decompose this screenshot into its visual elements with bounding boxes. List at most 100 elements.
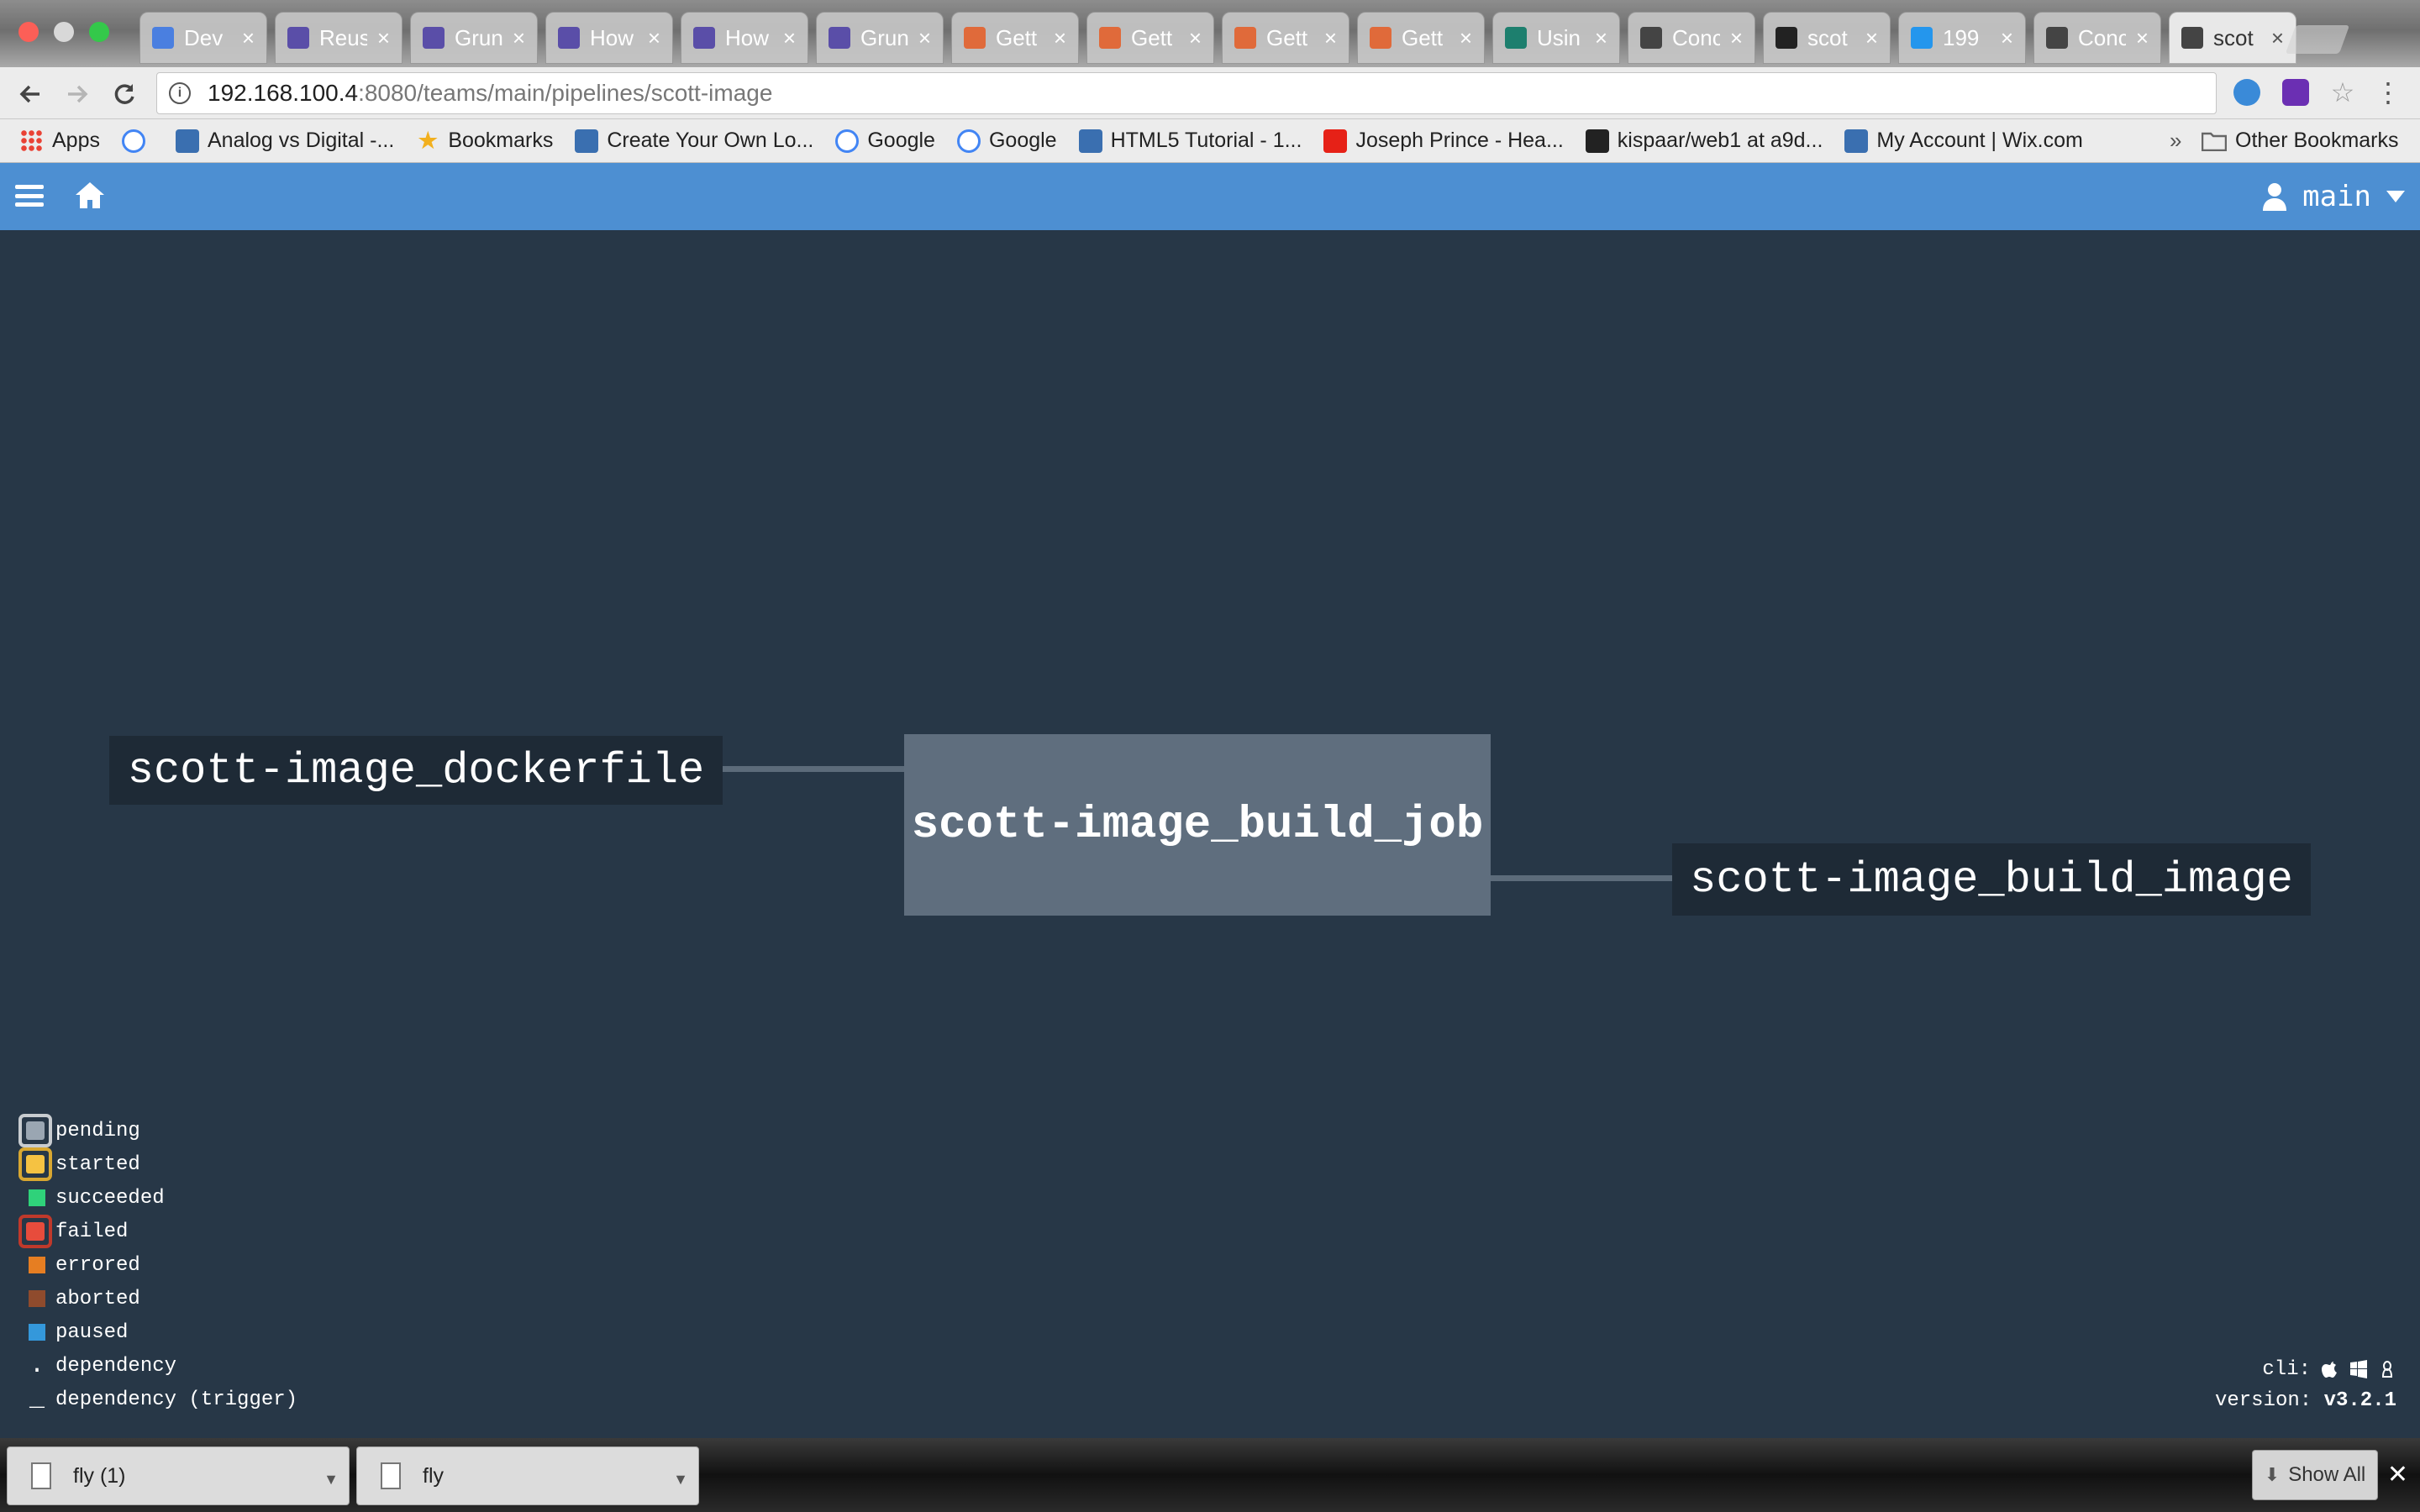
tab-close-icon[interactable]: × [1460,25,1472,51]
resource-node-output[interactable]: scott-image_build_image [1672,843,2311,916]
bookmark-item[interactable] [121,129,154,153]
bookmark-item[interactable]: ★ Bookmarks [416,129,554,153]
tab-close-icon[interactable]: × [2001,25,2013,51]
linux-icon[interactable] [2378,1360,2396,1378]
legend-label: dependency (trigger) [55,1388,298,1411]
browser-tab[interactable]: Dev × [139,12,267,64]
octopus-icon [287,27,309,49]
tab-title: Reus [319,24,367,50]
browser-tab[interactable]: Grun × [816,12,944,64]
tab-close-icon[interactable]: × [1730,25,1743,51]
arrow-right-icon [68,85,88,103]
status-swatch [18,1248,55,1282]
docs-icon [152,27,174,49]
bookmark-item[interactable]: Create Your Own Lo... [575,129,813,153]
browser-tab[interactable]: Conc × [2033,12,2161,64]
tab-title: Conc [1672,24,1720,50]
status-swatch [18,1282,55,1315]
download-item[interactable]: fly (1) ▼ [7,1446,350,1505]
extension-icon-blue[interactable] [2233,79,2260,106]
status-swatch [18,1147,55,1181]
kebab-menu-icon[interactable]: ⋮ [2375,77,2402,108]
back-button[interactable] [12,76,49,113]
window-minimize-button[interactable] [54,22,74,42]
tab-close-icon[interactable]: × [377,25,390,51]
tab-close-icon[interactable]: × [513,25,525,51]
job-node[interactable]: scott-image_build_job [904,734,1491,916]
tab-close-icon[interactable]: × [242,25,255,51]
tab-close-icon[interactable]: × [648,25,660,51]
edge-dockerfile-to-job [723,766,904,772]
job-label: scott-image_build_job [911,799,1484,851]
bookmark-label: My Account | Wix.com [1876,129,2083,152]
bookmark-item[interactable]: Joseph Prince - Hea... [1323,129,1564,153]
resource-input-label: scott-image_dockerfile [127,745,705,795]
windows-icon[interactable] [2349,1360,2368,1378]
legend-item: pending [18,1114,297,1147]
tab-close-icon[interactable]: × [783,25,796,51]
browser-tab[interactable]: How × [545,12,673,64]
octopus-icon [423,27,445,49]
download-item[interactable]: fly ▼ [356,1446,699,1505]
browser-tab[interactable]: Gett × [1357,12,1485,64]
tab-close-icon[interactable]: × [1865,25,1878,51]
bookmark-item[interactable]: Google [835,129,935,153]
chevron-down-icon[interactable]: ▼ [324,1471,339,1488]
window-zoom-button[interactable] [89,22,109,42]
octopus-icon [558,27,580,49]
browser-tab[interactable]: scot × [1763,12,1891,64]
bookmark-item[interactable]: My Account | Wix.com [1844,129,2083,153]
chevron-down-icon[interactable]: ▼ [673,1471,688,1488]
apple-icon[interactable] [2321,1360,2339,1378]
legend-item: aborted [18,1282,297,1315]
bookmark-item[interactable]: kispaar/web1 at a9d... [1585,129,1823,153]
browser-tab[interactable]: How × [681,12,808,64]
browser-tab[interactable]: Reus × [275,12,402,64]
tab-close-icon[interactable]: × [2271,25,2284,51]
download-arrow-icon: ⬇ [2264,1464,2281,1485]
legend-item: _ dependency (trigger) [18,1383,297,1416]
tab-close-icon[interactable]: × [1054,25,1066,51]
browser-tab[interactable]: Conc × [1628,12,1755,64]
tab-title: Gett [996,24,1038,50]
browser-tab[interactable]: 199 × [1898,12,2026,64]
browser-tab[interactable]: Usin × [1492,12,1620,64]
team-name: main [2302,180,2371,213]
concourse-top-bar: main [0,163,2420,230]
resource-node-input[interactable]: scott-image_dockerfile [109,736,723,805]
home-icon[interactable] [74,180,106,212]
bookmark-label: Google [867,129,935,152]
hamburger-menu-icon[interactable] [15,181,44,210]
reload-button[interactable] [106,76,143,113]
tab-close-icon[interactable]: × [918,25,931,51]
legend-item: succeeded [18,1181,297,1215]
bookmark-item[interactable]: Apps [20,129,100,153]
tab-close-icon[interactable]: × [1324,25,1337,51]
url-input[interactable]: i 192.168.100.4:8080/teams/main/pipeline… [156,72,2217,114]
bookmark-item[interactable]: Google [956,129,1057,153]
bookmark-item[interactable]: HTML5 Tutorial - 1... [1078,129,1302,153]
close-icon[interactable]: ✕ [2387,1460,2408,1489]
star-icon[interactable]: ☆ [2329,77,2356,108]
user-icon [2263,183,2287,211]
browser-tab[interactable]: Gett × [1086,12,1214,64]
bookmark-item[interactable]: Analog vs Digital -... [175,129,394,153]
window-close-button[interactable] [18,22,39,42]
forward-button[interactable] [59,76,96,113]
other-bookmarks-folder[interactable]: Other Bookmarks [2202,129,2399,153]
tab-title: scot [1807,24,1848,50]
show-all-downloads-button[interactable]: ⬇ Show All [2252,1450,2378,1500]
browser-tab[interactable]: Grun × [410,12,538,64]
tab-close-icon[interactable]: × [1189,25,1202,51]
browser-tab[interactable]: scot × [2169,12,2296,64]
info-icon[interactable]: i [169,82,191,104]
status-swatch [18,1315,55,1349]
team-user-menu[interactable]: main [2262,178,2405,215]
tab-close-icon[interactable]: × [2136,25,2149,51]
tab-close-icon[interactable]: × [1595,25,1607,51]
browser-tab[interactable]: Gett × [1222,12,1349,64]
extension-icon-purple[interactable] [2282,79,2309,106]
browser-tab[interactable]: Gett × [951,12,1079,64]
new-tab-button[interactable] [2285,25,2350,54]
bookmarks-overflow-button[interactable]: » [2170,128,2181,154]
